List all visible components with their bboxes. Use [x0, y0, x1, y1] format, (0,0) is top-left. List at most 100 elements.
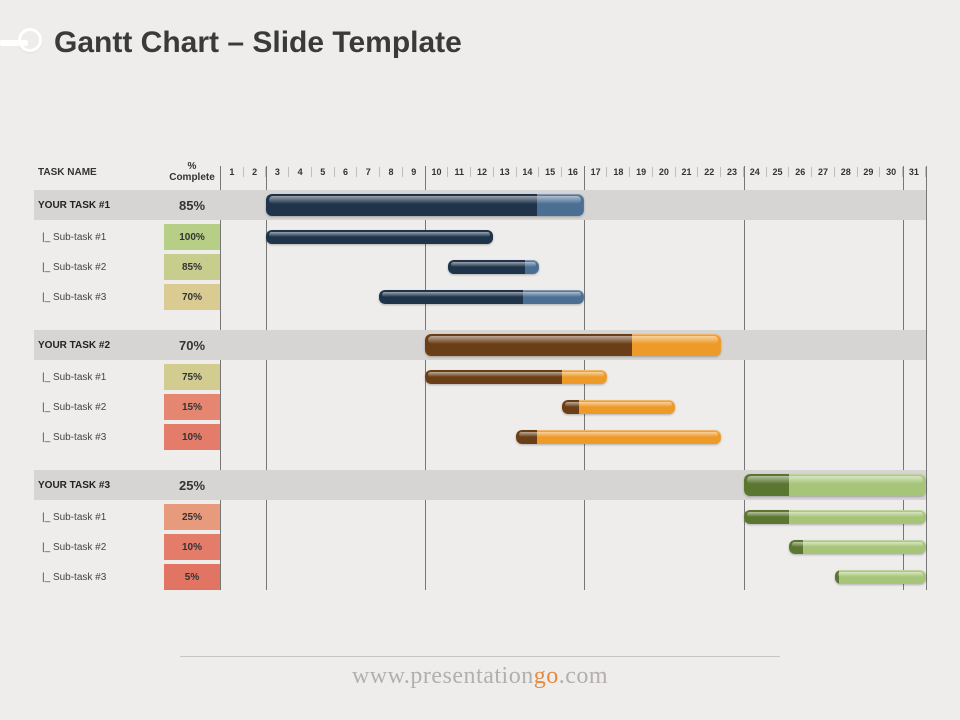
bar-area — [220, 424, 926, 450]
day-header: 30 — [879, 167, 902, 177]
footer-url: www.presentationgo.com — [0, 663, 960, 690]
day-header: 2 — [243, 167, 266, 177]
day-header: 4 — [288, 167, 311, 177]
timeline-header: 1234567891011121314151617181920212223242… — [220, 167, 926, 177]
task-name: |_ Sub-task #1 — [34, 232, 164, 243]
gantt-bar-sub — [425, 370, 607, 384]
column-header-task: TASK NAME — [34, 167, 164, 178]
pct-cell: 75% — [164, 364, 220, 390]
gantt-bar-sub — [789, 540, 926, 554]
column-header-pct: % Complete — [164, 161, 220, 183]
pct-cell: 25% — [164, 504, 220, 530]
gridline — [926, 166, 927, 590]
day-header: 27 — [811, 167, 834, 177]
task-name: |_ Sub-task #3 — [34, 292, 164, 303]
task-row: YOUR TASK #270% — [34, 330, 926, 360]
day-header: 28 — [834, 167, 857, 177]
task-row: YOUR TASK #185% — [34, 190, 926, 220]
gantt-bar-sub — [379, 290, 584, 304]
gantt-bar-sub — [516, 430, 721, 444]
slide-title: Gantt Chart – Slide Template — [54, 26, 462, 60]
bar-area — [220, 284, 926, 310]
task-name: |_ Sub-task #2 — [34, 542, 164, 553]
pct-cell: 10% — [164, 424, 220, 450]
subtask-row: |_ Sub-task #370% — [34, 284, 926, 310]
day-header: 11 — [447, 167, 470, 177]
day-header: 9 — [402, 167, 425, 177]
task-name: |_ Sub-task #2 — [34, 262, 164, 273]
day-header: 23 — [720, 167, 743, 177]
task-name: |_ Sub-task #2 — [34, 402, 164, 413]
day-header: 26 — [788, 167, 811, 177]
task-name: |_ Sub-task #3 — [34, 432, 164, 443]
task-name: YOUR TASK #1 — [34, 200, 164, 211]
bar-area — [220, 564, 926, 590]
task-name: |_ Sub-task #1 — [34, 512, 164, 523]
gantt-bar-sub — [266, 230, 494, 244]
subtask-row: |_ Sub-task #35% — [34, 564, 926, 590]
footer-text-post: .com — [559, 663, 608, 689]
day-header: 1 — [220, 167, 243, 177]
pct-cell: 100% — [164, 224, 220, 250]
pct-cell: 85% — [164, 254, 220, 280]
task-name: |_ Sub-task #3 — [34, 572, 164, 583]
pct-cell: 10% — [164, 534, 220, 560]
gantt-bar-parent — [425, 334, 721, 356]
day-header: 25 — [766, 167, 789, 177]
day-header: 7 — [356, 167, 379, 177]
pct-cell: 25% — [164, 470, 220, 500]
day-header: 3 — [265, 167, 288, 177]
bar-area — [220, 504, 926, 530]
day-header: 8 — [379, 167, 402, 177]
header-row: TASK NAME % Complete 1234567891011121314… — [34, 160, 926, 184]
title-decoration — [0, 22, 42, 64]
gantt-bar-sub — [744, 510, 926, 524]
gantt-bar-sub — [448, 260, 539, 274]
day-header: 6 — [334, 167, 357, 177]
footer-text-pre: www.presentation — [352, 663, 534, 689]
subtask-row: |_ Sub-task #310% — [34, 424, 926, 450]
day-header: 10 — [425, 167, 448, 177]
day-header: 31 — [902, 167, 926, 177]
bar-area — [220, 534, 926, 560]
day-header: 18 — [606, 167, 629, 177]
gantt-bar-parent — [266, 194, 585, 216]
bar-area — [220, 254, 926, 280]
day-header: 13 — [493, 167, 516, 177]
task-name: YOUR TASK #2 — [34, 340, 164, 351]
subtask-row: |_ Sub-task #1100% — [34, 224, 926, 250]
footer-rule — [180, 656, 780, 657]
subtask-row: |_ Sub-task #210% — [34, 534, 926, 560]
day-header: 24 — [743, 167, 766, 177]
day-header: 19 — [629, 167, 652, 177]
footer-text-accent: go — [534, 663, 559, 689]
pct-cell: 70% — [164, 330, 220, 360]
footer: www.presentationgo.com — [0, 656, 960, 690]
day-header: 16 — [561, 167, 584, 177]
gantt-bar-sub — [562, 400, 676, 414]
subtask-row: |_ Sub-task #125% — [34, 504, 926, 530]
bar-area — [220, 470, 926, 500]
slide-header: Gantt Chart – Slide Template — [0, 22, 462, 64]
day-header: 12 — [470, 167, 493, 177]
gantt-bar-sub — [835, 570, 926, 584]
subtask-row: |_ Sub-task #175% — [34, 364, 926, 390]
bar-area — [220, 394, 926, 420]
bar-area — [220, 224, 926, 250]
subtask-row: |_ Sub-task #215% — [34, 394, 926, 420]
day-header: 15 — [538, 167, 561, 177]
day-header: 5 — [311, 167, 334, 177]
day-header: 20 — [652, 167, 675, 177]
bar-area — [220, 364, 926, 390]
task-name: YOUR TASK #3 — [34, 480, 164, 491]
day-header: 21 — [675, 167, 698, 177]
pct-cell: 70% — [164, 284, 220, 310]
chart-body: YOUR TASK #185%|_ Sub-task #1100%|_ Sub-… — [34, 190, 926, 590]
gantt-bar-parent — [744, 474, 926, 496]
day-header: 17 — [584, 167, 607, 177]
bar-area — [220, 330, 926, 360]
bar-area — [220, 190, 926, 220]
task-row: YOUR TASK #325% — [34, 470, 926, 500]
pct-cell: 5% — [164, 564, 220, 590]
day-header: 29 — [857, 167, 880, 177]
